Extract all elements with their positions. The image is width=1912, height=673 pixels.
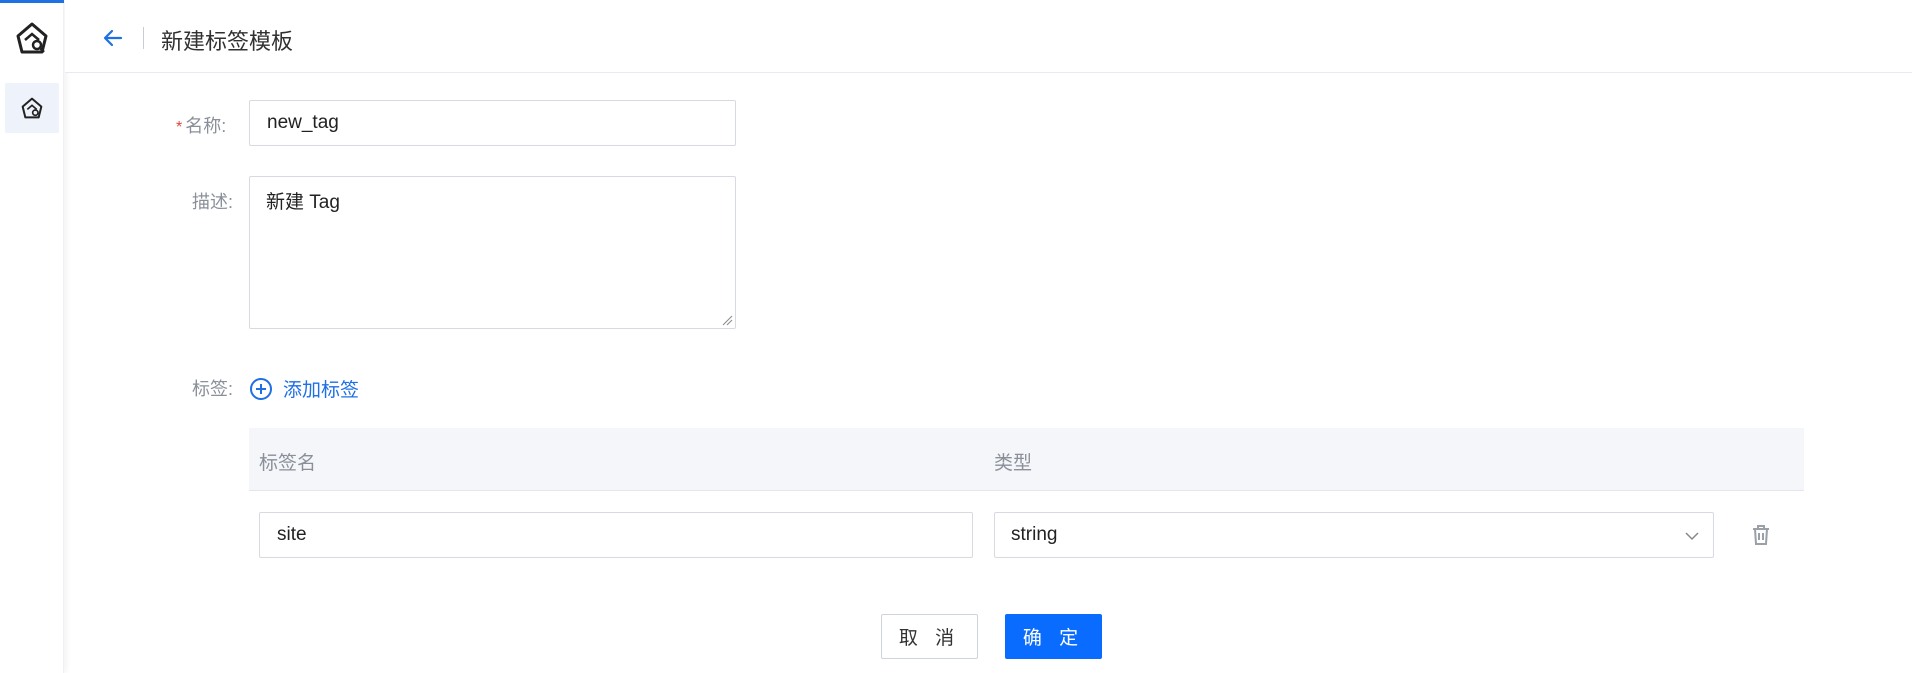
plus-circle-icon [250,377,272,400]
page-header: 新建标签模板 [65,0,1912,73]
logo-icon[interactable] [14,20,50,56]
column-header-tag-name: 标签名 [259,453,317,474]
table-row: site string [249,491,1804,581]
page-title: 新建标签模板 [161,29,294,54]
arrow-left-icon[interactable] [101,26,125,50]
table-header: 标签名 类型 [249,428,1804,491]
sidebar [0,0,64,673]
description-value: 新建 Tag [266,192,340,213]
add-tag-label: 添加标签 [283,380,360,401]
sidebar-item-tags[interactable] [5,83,59,133]
name-label: * 名称: [176,112,226,138]
tag-name-input[interactable]: site [259,512,973,558]
header-divider [143,27,144,49]
add-tag-button[interactable]: 添加标签 [249,375,359,402]
type-select-value: string [1011,524,1058,545]
required-mark: * [176,119,183,136]
resize-handle-icon[interactable] [721,314,733,326]
house-logo-icon [21,97,43,119]
name-input-value: new_tag [267,112,339,133]
tag-name-value: site [277,524,307,545]
column-header-type: 类型 [994,453,1033,474]
name-input[interactable]: new_tag [249,100,736,146]
description-label: 描述: [192,192,234,212]
description-textarea[interactable]: 新建 Tag [249,176,736,329]
type-select[interactable]: string [994,512,1714,558]
sidebar-accent-line [0,0,64,3]
cancel-button[interactable]: 取 消 [881,614,978,659]
confirm-button[interactable]: 确 定 [1005,614,1102,659]
tags-table: 标签名 类型 site string [249,428,1804,581]
trash-icon[interactable] [1749,523,1773,547]
chevron-down-icon [1685,532,1699,541]
name-label-text: 名称: [185,116,227,136]
tags-label: 标签: [192,379,234,399]
